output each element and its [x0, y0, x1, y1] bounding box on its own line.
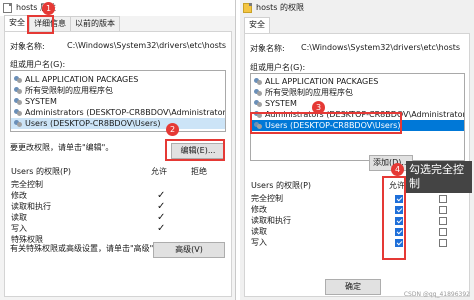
deny-header: 拒绝: [191, 167, 207, 176]
hosts-properties-window: hosts 属性 安全 详细信息 以前的版本 对象名称: C:\Windows\…: [0, 0, 236, 300]
check-mark-icon: ✓: [157, 212, 166, 223]
highlight-box-allow-column: [382, 176, 406, 260]
group-list-label: 组或用户名(G):: [10, 60, 66, 69]
list-item[interactable]: 所有受限制的应用程序包: [11, 85, 225, 96]
watermark: CSDN @qq_41896392: [403, 291, 470, 298]
highlight-box-edit-button: [165, 139, 225, 161]
table-row: 完全控制: [245, 193, 469, 204]
perm-header: Users 的权限(P): [251, 181, 312, 190]
list-item[interactable]: SYSTEM: [251, 98, 464, 109]
title-bar: hosts 属性: [0, 0, 235, 16]
table-row: 写入: [245, 237, 469, 248]
table-row: 读取和执行 ✓: [11, 201, 166, 212]
tab-previous-versions[interactable]: 以前的版本: [70, 16, 120, 31]
object-name-label: 对象名称:: [250, 44, 285, 53]
deny-checkbox[interactable]: [439, 206, 447, 214]
object-path: C:\Windows\System32\drivers\etc\hosts: [67, 41, 227, 50]
deny-checkbox[interactable]: [439, 195, 447, 203]
perm-header-row: Users 的权限(P) 允许 拒绝: [5, 166, 231, 179]
users-icon: [254, 89, 263, 96]
users-icon: [14, 87, 23, 94]
highlight-box-users-item: [250, 112, 402, 134]
allow-header: 允许: [151, 167, 167, 176]
step-badge-4: 4: [391, 163, 404, 176]
list-item[interactable]: ALL APPLICATION PACKAGES: [11, 74, 225, 85]
users-icon: [14, 98, 23, 105]
table-row: 读取: [245, 226, 469, 237]
file-icon: [3, 3, 12, 13]
object-name-label: 对象名称:: [10, 42, 45, 51]
users-icon: [14, 76, 23, 83]
table-row: 修改: [245, 204, 469, 215]
table-row: 读取 ✓: [11, 212, 166, 223]
list-item[interactable]: SYSTEM: [11, 96, 225, 107]
group-user-list[interactable]: ALL APPLICATION PACKAGES 所有受限制的应用程序包 SYS…: [10, 70, 226, 132]
lock-icon: [243, 3, 252, 13]
users-icon: [14, 109, 23, 116]
table-row: 完全控制: [11, 180, 43, 189]
table-row: 修改 ✓: [11, 190, 166, 201]
check-mark-icon: ✓: [157, 223, 166, 234]
deny-checkbox[interactable]: [439, 239, 447, 247]
tab-security[interactable]: 安全: [244, 17, 270, 34]
list-item[interactable]: ALL APPLICATION PACKAGES: [251, 76, 464, 87]
table-row: 读取和执行: [245, 215, 469, 226]
list-item[interactable]: 所有受限制的应用程序包: [251, 87, 464, 98]
hosts-permissions-window: hosts 的权限 安全 对象名称: C:\Windows\System32\d…: [240, 0, 474, 300]
advanced-hint: 有关特殊权限或高级设置，请单击"高级"。: [10, 244, 162, 253]
group-list-label: 组或用户名(G):: [250, 63, 306, 72]
users-icon: [254, 78, 263, 85]
list-item-users-selected[interactable]: Users (DESKTOP-CR8BDOV\Users): [11, 118, 225, 129]
highlight-box-security-tab: [27, 15, 54, 34]
deny-checkbox[interactable]: [439, 217, 447, 225]
users-icon: [14, 120, 23, 127]
window-title: hosts 的权限: [256, 3, 304, 12]
check-mark-icon: ✓: [157, 201, 166, 212]
check-mark-icon: ✓: [157, 190, 166, 201]
tab-strip: 安全: [244, 17, 270, 34]
step-badge-2: 2: [166, 123, 179, 136]
annotation-note: 勾选完全控制: [406, 161, 472, 193]
step-badge-1: 1: [42, 2, 55, 15]
table-row: 写入 ✓: [11, 223, 166, 234]
object-path: C:\Windows\System32\drivers\etc\hosts: [301, 43, 461, 52]
users-icon: [254, 100, 263, 107]
step-badge-3: 3: [312, 101, 325, 114]
title-bar: hosts 的权限: [240, 0, 474, 16]
advanced-button[interactable]: 高级(V): [153, 242, 225, 258]
permissions-table: Users 的权限(P) 允许 拒绝 完全控制 修改 ✓ 读取和执行 ✓ 读取 ✓ 写…: [5, 166, 231, 245]
security-panel: 对象名称: C:\Windows\System32\drivers\etc\ho…: [4, 31, 232, 297]
deny-checkbox[interactable]: [439, 228, 447, 236]
change-hint: 要更改权限，请单击"编辑"。: [10, 143, 114, 152]
list-item[interactable]: Administrators (DESKTOP-CR8BDOV\Administ…: [11, 107, 225, 118]
ok-button[interactable]: 确定: [325, 279, 381, 295]
tab-strip: 安全 详细信息 以前的版本: [4, 15, 120, 32]
perm-header: Users 的权限(P): [11, 167, 72, 176]
